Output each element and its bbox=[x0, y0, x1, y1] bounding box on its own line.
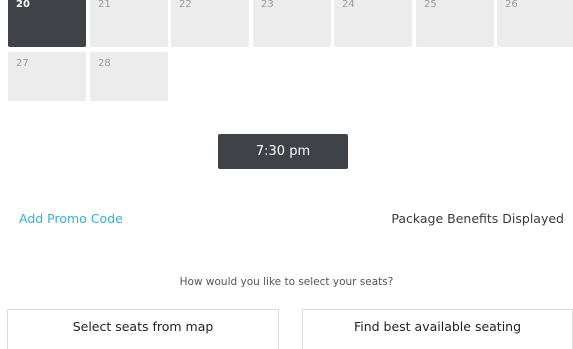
add-promo-code-link[interactable]: Add Promo Code bbox=[19, 211, 123, 226]
seat-selection-question: How would you like to select your seats? bbox=[179, 276, 394, 288]
day-number: 28 bbox=[98, 58, 111, 69]
showtime-button[interactable]: 7:30 pm bbox=[218, 134, 348, 169]
select-seats-from-map-label: Select seats from map bbox=[72, 319, 214, 334]
showtime-label: 7:30 pm bbox=[255, 144, 311, 159]
day-number: 25 bbox=[424, 0, 437, 10]
find-best-available-button[interactable]: Find best available seating bbox=[302, 309, 573, 349]
calendar-day-21[interactable]: 21 bbox=[90, 0, 168, 47]
day-number: 21 bbox=[98, 0, 111, 10]
calendar-day-26[interactable]: 26 bbox=[497, 0, 573, 47]
find-best-available-label: Find best available seating bbox=[353, 319, 522, 334]
day-number: 20 bbox=[16, 0, 30, 10]
day-number: 24 bbox=[342, 0, 355, 10]
day-number: 22 bbox=[179, 0, 192, 10]
day-number: 27 bbox=[16, 58, 29, 69]
select-seats-from-map-button[interactable]: Select seats from map bbox=[7, 309, 279, 349]
calendar-day-28[interactable]: 28 bbox=[90, 52, 168, 101]
calendar-day-22[interactable]: 22 bbox=[171, 0, 249, 47]
day-number: 26 bbox=[505, 0, 518, 10]
calendar-day-24[interactable]: 24 bbox=[334, 0, 412, 47]
day-number: 23 bbox=[261, 0, 274, 10]
package-benefits-text: Package Benefits Displayed bbox=[391, 211, 564, 226]
calendar-day-20[interactable]: 20 bbox=[8, 0, 86, 47]
calendar-day-27[interactable]: 27 bbox=[8, 52, 86, 101]
calendar-day-23[interactable]: 23 bbox=[253, 0, 331, 47]
calendar-day-25[interactable]: 25 bbox=[416, 0, 494, 47]
